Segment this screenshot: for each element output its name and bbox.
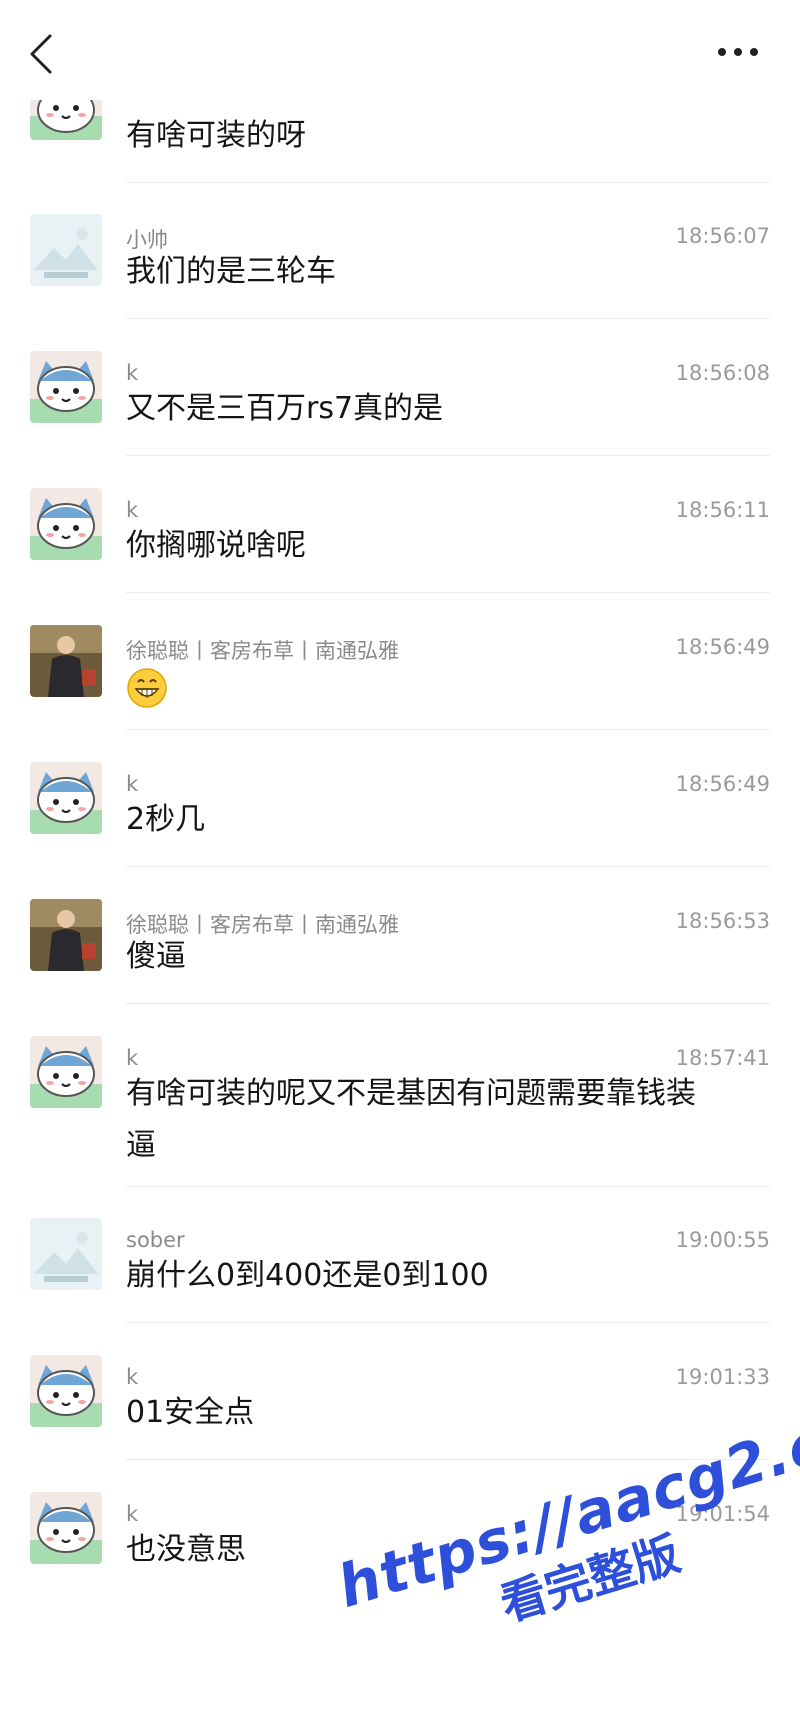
sender-name: 徐聪聪丨客房布草丨南通弘雅 — [126, 639, 399, 663]
message-time: 19:01:33 — [675, 1365, 770, 1389]
top-bar — [0, 0, 800, 100]
back-button[interactable] — [22, 30, 62, 78]
message-time: 18:56:11 — [675, 498, 770, 522]
grinning-face-emoji — [126, 667, 168, 709]
message-text: 01安全点 — [126, 1395, 255, 1430]
photo-avatar[interactable] — [30, 625, 102, 697]
message-text: 有啥可装的呀 — [126, 118, 306, 153]
chat-message: k 19:01:33 01安全点 — [0, 1355, 800, 1467]
cat-avatar[interactable] — [30, 762, 102, 834]
message-text: 崩什么0到400还是0到100 — [126, 1258, 489, 1293]
message-text: 又不是三百万rs7真的是 — [126, 391, 444, 426]
message-time: 19:01:54 — [675, 1502, 770, 1526]
chat-message: 徐聪聪丨客房布草丨南通弘雅 18:56:53 傻逼 — [0, 899, 800, 1011]
message-text: 2秒几 — [126, 802, 206, 837]
divider — [126, 182, 770, 183]
cat-avatar[interactable] — [30, 1036, 102, 1108]
message-text: 也没意思 — [126, 1532, 246, 1567]
chat-message: k 18:57:41 有啥可装的呢又不是基因有问题需要靠钱装逼 — [0, 1036, 800, 1198]
divider — [126, 1459, 770, 1460]
message-time: 18:56:08 — [675, 361, 770, 385]
chat-message: k 19:01:54 也没意思 — [0, 1492, 800, 1604]
message-time: 18:56:49 — [675, 772, 770, 796]
message-time: 18:56:53 — [675, 909, 770, 933]
chat-message: sober 19:00:55 崩什么0到400还是0到100 — [0, 1218, 800, 1330]
sender-name: k — [126, 1365, 139, 1389]
sender-name: k — [126, 772, 139, 796]
more-button[interactable] — [716, 44, 760, 58]
cat-avatar[interactable] — [30, 488, 102, 560]
message-time: 19:00:55 — [675, 1228, 770, 1252]
cat-avatar[interactable] — [30, 1492, 102, 1564]
chat-feed: 有啥可装的呀 小帅 18:56:07 我们的是三轮车 k 18:56:08 又不… — [0, 0, 800, 1716]
landscape-avatar[interactable] — [30, 214, 102, 286]
photo-avatar[interactable] — [30, 899, 102, 971]
sender-name: k — [126, 1502, 139, 1526]
chevron-left-icon — [30, 34, 52, 74]
sender-name: sober — [126, 1228, 185, 1252]
chat-message: k 18:56:49 2秒几 — [0, 762, 800, 874]
chat-message: k 18:56:11 你搁哪说啥呢 — [0, 488, 800, 600]
divider — [126, 866, 770, 867]
divider — [126, 729, 770, 730]
message-time: 18:56:07 — [675, 224, 770, 248]
more-horizontal-icon — [718, 48, 758, 56]
divider — [126, 318, 770, 319]
divider — [126, 592, 770, 593]
cat-avatar[interactable] — [30, 351, 102, 423]
sender-name: k — [126, 498, 139, 522]
divider — [126, 1186, 770, 1187]
message-text: 你搁哪说啥呢 — [126, 528, 306, 563]
cat-avatar[interactable] — [30, 1355, 102, 1427]
message-text: 傻逼 — [126, 939, 186, 974]
divider — [126, 1322, 770, 1323]
cat-avatar[interactable] — [30, 96, 102, 140]
divider — [126, 455, 770, 456]
chat-message: 有啥可装的呀 — [0, 92, 800, 188]
message-time: 18:56:49 — [675, 635, 770, 659]
sender-name: k — [126, 361, 139, 385]
message-time: 18:57:41 — [675, 1046, 770, 1070]
sender-name: k — [126, 1046, 139, 1070]
chat-message: 小帅 18:56:07 我们的是三轮车 — [0, 214, 800, 326]
landscape-avatar[interactable] — [30, 1218, 102, 1290]
chat-message: 徐聪聪丨客房布草丨南通弘雅 18:56:49 — [0, 625, 800, 737]
divider — [126, 1003, 770, 1004]
message-text: 有啥可装的呢又不是基因有问题需要靠钱装逼 — [126, 1076, 696, 1163]
message-text: 我们的是三轮车 — [126, 254, 336, 289]
chat-message: k 18:56:08 又不是三百万rs7真的是 — [0, 351, 800, 463]
